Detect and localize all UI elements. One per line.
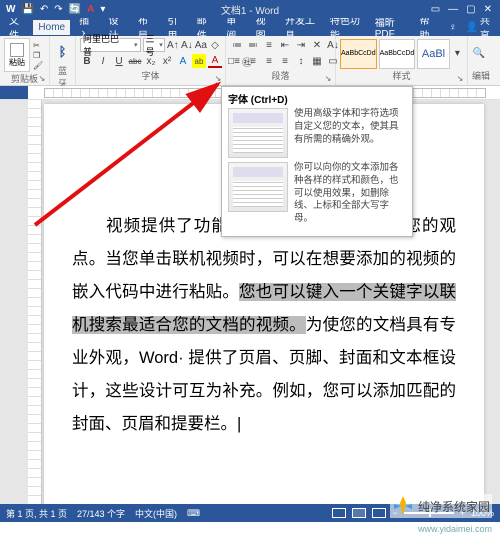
find-button[interactable]: 🔍 [472,47,486,61]
format-painter-button[interactable]: 🖌 [33,61,43,70]
font-color-button[interactable]: A [208,54,222,68]
qat-redo-icon[interactable]: ↷ [54,4,62,15]
styles-more-icon[interactable]: ▾ [452,47,463,61]
document-title: 文档1 - Word [221,2,279,17]
text-effects-button[interactable]: A [176,54,190,68]
tab-tell-me[interactable]: ♀ [444,20,462,35]
font-dialog-launcher-icon[interactable]: ↘ [213,73,223,83]
strikethrough-button[interactable]: abc [128,54,142,68]
qat-font-red-icon[interactable]: A [87,4,94,15]
font-group-label: 字体 [80,69,221,83]
group-clipboard: 粘贴 ✂ ❐ 🖌 剪贴板 ↘ [0,36,50,85]
watermark-logo-icon [392,495,414,517]
align-left-button[interactable]: ≡ [230,54,244,68]
ribbon-display-options-icon[interactable]: ▭ [431,4,440,15]
asian-layout-button[interactable]: ✕ [310,38,324,52]
app-icon: W [6,4,15,15]
paragraph-group-label: 段落 [230,69,331,83]
word-count[interactable]: 27/143 个字 [77,507,125,520]
superscript-button[interactable]: x² [160,54,174,68]
tooltip-title: 字体 (Ctrl+D) [228,91,406,106]
group-paragraph: ≔ ≕ ≡ ⇤ ⇥ ✕ A↓ ¶ ≡ ≡ ≡ ≡ ↕ ▦ ▭ 段落 ↘ [226,36,336,85]
multilevel-list-button[interactable]: ≡ [262,38,276,52]
grow-font-icon[interactable]: A↑ [167,38,179,52]
style-normal[interactable]: AaBbCcDd [340,39,377,69]
change-case-icon[interactable]: Aa [195,38,207,52]
shading-button[interactable]: ▦ [310,54,324,68]
page-count[interactable]: 第 1 页, 共 1 页 [6,507,67,520]
align-justify-button[interactable]: ≡ [278,54,292,68]
watermark-text: 纯净系统家园 [418,498,490,515]
paste-label: 粘贴 [9,57,25,68]
decrease-indent-button[interactable]: ⇤ [278,38,292,52]
title-bar: W 💾 ↶ ↷ 🔄 A ▾ 文档1 - Word ▭ — ▢ ✕ [0,0,500,18]
tooltip-thumbnail-2 [228,162,288,212]
web-layout-icon[interactable] [372,508,386,518]
cut-button[interactable]: ✂ [33,41,43,50]
bullets-button[interactable]: ≔ [230,38,244,52]
qat-more-icon[interactable]: ▾ [100,4,105,15]
clipboard-launcher-icon[interactable]: ↘ [37,73,47,83]
bluetooth-button[interactable]: ᛒ [54,38,71,64]
ime-icon[interactable]: ⌨ [187,508,200,519]
align-center-button[interactable]: ≡ [246,54,260,68]
increase-indent-button[interactable]: ⇥ [294,38,308,52]
window-buttons: ▭ — ▢ ✕ [431,4,500,15]
clear-format-icon[interactable]: ◇ [209,38,221,52]
minimize-button[interactable]: — [448,4,458,15]
styles-launcher-icon[interactable]: ↘ [455,73,465,83]
close-button[interactable]: ✕ [484,4,492,15]
align-right-button[interactable]: ≡ [262,54,276,68]
paragraph-launcher-icon[interactable]: ↘ [323,73,333,83]
watermark-url: www.yidaimei.com [418,524,492,534]
share-user-icon: 👤 [465,22,477,33]
paste-button[interactable]: 粘贴 [4,38,30,72]
paragraph[interactable]: 视频提供了功能强大的方法帮助您证明您的观点。当您单击联机视频时，可以在想要添加的… [72,210,456,441]
watermark: 纯净系统家园 [390,494,492,518]
styles-group-label: 样式 [340,69,463,83]
qat-save-icon[interactable]: 💾 [21,4,33,15]
vertical-ruler[interactable] [28,100,42,504]
group-bluetooth: ᛒ 蓝牙 [50,36,76,85]
font-size-select[interactable]: 三号 [143,38,165,52]
group-editing: 🔍 编辑 [468,36,494,85]
tooltip-thumbnail [228,108,288,158]
style-no-spacing[interactable]: AaBbCcDd [379,39,416,69]
font-name-select[interactable]: 阿里巴巴普 [80,38,141,52]
tooltip-text-2: 你可以向你的文本添加各种各样的样式和颜色，也可以使用效果，如删除线、上标和全部大… [294,162,406,226]
quick-access-toolbar: W 💾 ↶ ↷ 🔄 A ▾ [0,4,105,15]
group-styles: AaBbCcDd AaBbCcDd AaBl ▾ 样式 ↘ [336,36,468,85]
ribbon-tabs: 文件 Home 插入 设计 布局 引用 邮件 审阅 视图 开发工具 特色功能 福… [0,18,500,36]
line-spacing-button[interactable]: ↕ [294,54,308,68]
cursor: | [237,415,241,433]
style-heading1[interactable]: AaBl [417,39,449,69]
tooltip-text-1: 使用高级字体和字符选项自定义您的文本，使其具有所需的精确外观。 [294,108,406,158]
qat-sync-icon[interactable]: 🔄 [69,4,81,15]
ribbon: 粘贴 ✂ ❐ 🖌 剪贴板 ↘ ᛒ 蓝牙 阿里巴巴普 三号 A↑ A↓ Aa ◇ [0,36,500,86]
copy-button[interactable]: ❐ [33,51,43,60]
tab-home[interactable]: Home [33,20,70,35]
maximize-button[interactable]: ▢ [466,4,475,15]
language-status[interactable]: 中文(中国) [135,507,177,520]
group-font: 阿里巴巴普 三号 A↑ A↓ Aa ◇ B I U abc x₂ x² A ab… [76,36,226,85]
font-tooltip: 字体 (Ctrl+D) 使用高级字体和字符选项自定义您的文本，使其具有所需的精确… [221,86,413,237]
read-mode-icon[interactable] [332,508,346,518]
paste-icon [10,43,24,57]
numbering-button[interactable]: ≕ [246,38,260,52]
highlight-button[interactable]: ab [192,54,206,68]
print-layout-icon[interactable] [352,508,366,518]
shrink-font-icon[interactable]: A↓ [181,38,193,52]
qat-undo-icon[interactable]: ↶ [40,4,48,15]
editing-group-label: 编辑 [472,69,490,83]
